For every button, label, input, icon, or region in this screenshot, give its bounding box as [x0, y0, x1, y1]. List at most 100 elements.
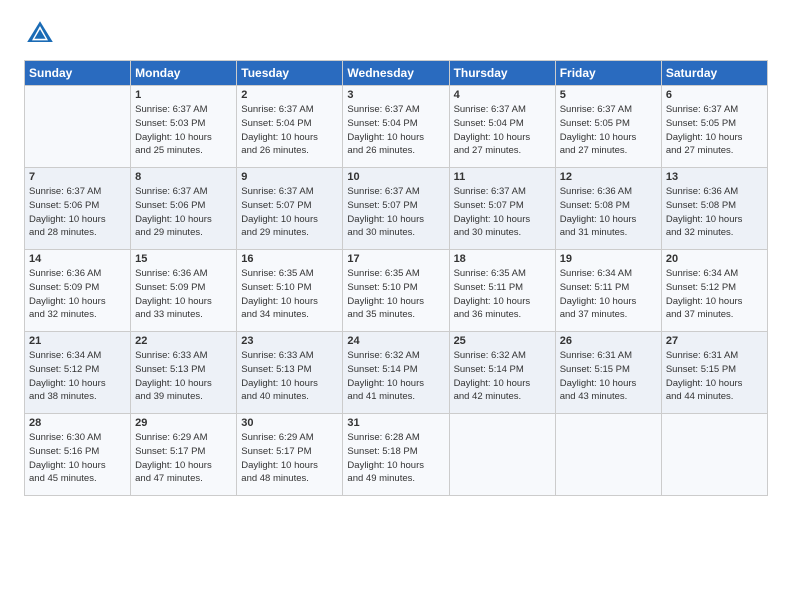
day-info: Sunrise: 6:34 AM Sunset: 5:11 PM Dayligh… — [560, 267, 657, 322]
calendar-week-row: 7 Sunrise: 6:37 AM Sunset: 5:06 PM Daylig… — [25, 168, 768, 250]
calendar-cell: 7 Sunrise: 6:37 AM Sunset: 5:06 PM Daylig… — [25, 168, 131, 250]
calendar-cell — [555, 414, 661, 496]
day-info: Sunrise: 6:37 AM Sunset: 5:03 PM Dayligh… — [135, 103, 232, 158]
calendar-cell: 27 Sunrise: 6:31 AM Sunset: 5:15 PM Dayli… — [661, 332, 767, 414]
day-number: 18 — [454, 253, 551, 265]
day-info: Sunrise: 6:36 AM Sunset: 5:09 PM Dayligh… — [29, 267, 126, 322]
day-number: 7 — [29, 171, 126, 183]
logo — [24, 18, 62, 50]
day-number: 20 — [666, 253, 763, 265]
day-of-week-header: Friday — [555, 61, 661, 86]
day-info: Sunrise: 6:37 AM Sunset: 5:07 PM Dayligh… — [241, 185, 338, 240]
day-info: Sunrise: 6:33 AM Sunset: 5:13 PM Dayligh… — [241, 349, 338, 404]
day-number: 3 — [347, 89, 444, 101]
calendar-cell: 28Sunrise: 6:30 AM Sunset: 5:16 PM Dayli… — [25, 414, 131, 496]
day-number: 25 — [454, 335, 551, 347]
day-info: Sunrise: 6:37 AM Sunset: 5:05 PM Dayligh… — [666, 103, 763, 158]
day-info: Sunrise: 6:31 AM Sunset: 5:15 PM Dayligh… — [666, 349, 763, 404]
day-number: 14 — [29, 253, 126, 265]
day-info: Sunrise: 6:37 AM Sunset: 5:04 PM Dayligh… — [347, 103, 444, 158]
logo-icon — [24, 18, 56, 50]
calendar-week-row: 14 Sunrise: 6:36 AM Sunset: 5:09 PM Dayli… — [25, 250, 768, 332]
day-info: Sunrise: 6:28 AM Sunset: 5:18 PM Dayligh… — [347, 431, 444, 486]
calendar-cell: 13Sunrise: 6:36 AM Sunset: 5:08 PM Dayli… — [661, 168, 767, 250]
calendar-cell: 17 Sunrise: 6:35 AM Sunset: 5:10 PM Dayli… — [343, 250, 449, 332]
page: SundayMondayTuesdayWednesdayThursdayFrid… — [0, 0, 792, 508]
day-of-week-header: Thursday — [449, 61, 555, 86]
calendar-cell: 11 Sunrise: 6:37 AM Sunset: 5:07 PM Dayli… — [449, 168, 555, 250]
calendar-cell — [661, 414, 767, 496]
day-of-week-header: Monday — [131, 61, 237, 86]
day-number: 23 — [241, 335, 338, 347]
day-of-week-header: Tuesday — [237, 61, 343, 86]
calendar-cell: 19 Sunrise: 6:34 AM Sunset: 5:11 PM Dayli… — [555, 250, 661, 332]
day-info: Sunrise: 6:29 AM Sunset: 5:17 PM Dayligh… — [135, 431, 232, 486]
day-number: 30 — [241, 417, 338, 429]
day-number: 27 — [666, 335, 763, 347]
day-info: Sunrise: 6:32 AM Sunset: 5:14 PM Dayligh… — [347, 349, 444, 404]
calendar-cell: 26 Sunrise: 6:31 AM Sunset: 5:15 PM Dayli… — [555, 332, 661, 414]
day-number: 22 — [135, 335, 232, 347]
day-info: Sunrise: 6:37 AM Sunset: 5:06 PM Dayligh… — [29, 185, 126, 240]
day-number: 31 — [347, 417, 444, 429]
day-number: 5 — [560, 89, 657, 101]
calendar-cell — [449, 414, 555, 496]
day-info: Sunrise: 6:37 AM Sunset: 5:07 PM Dayligh… — [454, 185, 551, 240]
calendar-table: SundayMondayTuesdayWednesdayThursdayFrid… — [24, 60, 768, 496]
day-number: 26 — [560, 335, 657, 347]
day-info: Sunrise: 6:33 AM Sunset: 5:13 PM Dayligh… — [135, 349, 232, 404]
day-info: Sunrise: 6:36 AM Sunset: 5:09 PM Dayligh… — [135, 267, 232, 322]
calendar-cell: 18 Sunrise: 6:35 AM Sunset: 5:11 PM Dayli… — [449, 250, 555, 332]
day-info: Sunrise: 6:37 AM Sunset: 5:06 PM Dayligh… — [135, 185, 232, 240]
calendar-cell: 6Sunrise: 6:37 AM Sunset: 5:05 PM Daylig… — [661, 86, 767, 168]
day-info: Sunrise: 6:35 AM Sunset: 5:10 PM Dayligh… — [347, 267, 444, 322]
calendar-cell: 2Sunrise: 6:37 AM Sunset: 5:04 PM Daylig… — [237, 86, 343, 168]
calendar-header-row: SundayMondayTuesdayWednesdayThursdayFrid… — [25, 61, 768, 86]
day-info: Sunrise: 6:34 AM Sunset: 5:12 PM Dayligh… — [29, 349, 126, 404]
day-number: 16 — [241, 253, 338, 265]
day-number: 1 — [135, 89, 232, 101]
day-info: Sunrise: 6:36 AM Sunset: 5:08 PM Dayligh… — [666, 185, 763, 240]
calendar-cell: 25 Sunrise: 6:32 AM Sunset: 5:14 PM Dayli… — [449, 332, 555, 414]
day-info: Sunrise: 6:37 AM Sunset: 5:05 PM Dayligh… — [560, 103, 657, 158]
calendar-cell: 24 Sunrise: 6:32 AM Sunset: 5:14 PM Dayli… — [343, 332, 449, 414]
day-number: 11 — [454, 171, 551, 183]
day-number: 19 — [560, 253, 657, 265]
calendar-cell: 12Sunrise: 6:36 AM Sunset: 5:08 PM Dayli… — [555, 168, 661, 250]
calendar-cell: 29 Sunrise: 6:29 AM Sunset: 5:17 PM Dayli… — [131, 414, 237, 496]
day-number: 17 — [347, 253, 444, 265]
calendar-cell: 23 Sunrise: 6:33 AM Sunset: 5:13 PM Dayli… — [237, 332, 343, 414]
calendar-cell — [25, 86, 131, 168]
calendar-cell: 3 Sunrise: 6:37 AM Sunset: 5:04 PM Daylig… — [343, 86, 449, 168]
calendar-cell: 5 Sunrise: 6:37 AM Sunset: 5:05 PM Daylig… — [555, 86, 661, 168]
calendar-cell: 20 Sunrise: 6:34 AM Sunset: 5:12 PM Dayli… — [661, 250, 767, 332]
calendar-week-row: 21 Sunrise: 6:34 AM Sunset: 5:12 PM Dayli… — [25, 332, 768, 414]
day-number: 10 — [347, 171, 444, 183]
calendar-cell: 21 Sunrise: 6:34 AM Sunset: 5:12 PM Dayli… — [25, 332, 131, 414]
day-of-week-header: Saturday — [661, 61, 767, 86]
calendar-cell: 10 Sunrise: 6:37 AM Sunset: 5:07 PM Dayli… — [343, 168, 449, 250]
day-of-week-header: Sunday — [25, 61, 131, 86]
day-info: Sunrise: 6:31 AM Sunset: 5:15 PM Dayligh… — [560, 349, 657, 404]
calendar-cell: 8 Sunrise: 6:37 AM Sunset: 5:06 PM Daylig… — [131, 168, 237, 250]
calendar-cell: 22 Sunrise: 6:33 AM Sunset: 5:13 PM Dayli… — [131, 332, 237, 414]
calendar-week-row: 1 Sunrise: 6:37 AM Sunset: 5:03 PM Daylig… — [25, 86, 768, 168]
day-info: Sunrise: 6:37 AM Sunset: 5:04 PM Dayligh… — [241, 103, 338, 158]
calendar-cell: 1 Sunrise: 6:37 AM Sunset: 5:03 PM Daylig… — [131, 86, 237, 168]
day-info: Sunrise: 6:35 AM Sunset: 5:11 PM Dayligh… — [454, 267, 551, 322]
calendar-cell: 16Sunrise: 6:35 AM Sunset: 5:10 PM Dayli… — [237, 250, 343, 332]
calendar-cell: 14 Sunrise: 6:36 AM Sunset: 5:09 PM Dayli… — [25, 250, 131, 332]
day-number: 8 — [135, 171, 232, 183]
day-number: 21 — [29, 335, 126, 347]
day-number: 15 — [135, 253, 232, 265]
day-number: 9 — [241, 171, 338, 183]
day-info: Sunrise: 6:37 AM Sunset: 5:04 PM Dayligh… — [454, 103, 551, 158]
day-number: 24 — [347, 335, 444, 347]
day-info: Sunrise: 6:32 AM Sunset: 5:14 PM Dayligh… — [454, 349, 551, 404]
day-info: Sunrise: 6:29 AM Sunset: 5:17 PM Dayligh… — [241, 431, 338, 486]
day-info: Sunrise: 6:34 AM Sunset: 5:12 PM Dayligh… — [666, 267, 763, 322]
calendar-cell: 9 Sunrise: 6:37 AM Sunset: 5:07 PM Daylig… — [237, 168, 343, 250]
day-number: 29 — [135, 417, 232, 429]
calendar-cell: 4Sunrise: 6:37 AM Sunset: 5:04 PM Daylig… — [449, 86, 555, 168]
day-info: Sunrise: 6:37 AM Sunset: 5:07 PM Dayligh… — [347, 185, 444, 240]
